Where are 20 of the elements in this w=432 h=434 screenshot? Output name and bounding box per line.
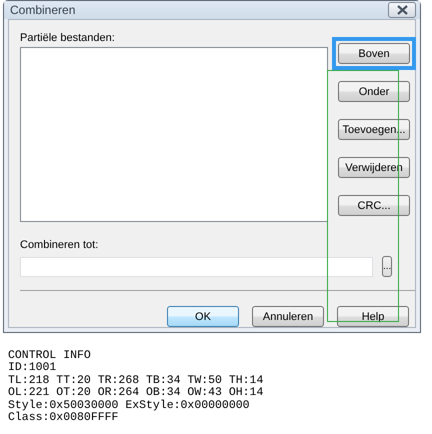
- dialog-button[interactable]: OK: [167, 306, 239, 327]
- side-button[interactable]: Onder: [338, 81, 410, 102]
- side-button[interactable]: CRC...: [338, 195, 410, 216]
- side-button[interactable]: Boven: [338, 43, 410, 64]
- info-text: CONTROL INFO: [8, 350, 91, 362]
- info-text: Class:0x0080FFFF: [8, 412, 118, 424]
- dialog-button[interactable]: Annuleren: [252, 306, 324, 327]
- close-button[interactable]: [388, 2, 416, 18]
- info-text: OL:221 OT:20 OR:264 OB:34 OW:43 OH:14: [8, 387, 264, 400]
- info-text: ID:1001: [8, 362, 56, 375]
- dialog-button[interactable]: Help: [337, 306, 409, 327]
- info-text: Style:0x50030000 ExStyle:0x00000000: [8, 400, 250, 412]
- browse-button[interactable]: ...: [382, 256, 392, 277]
- info-text: TL:218 TT:20 TR:268 TB:34 TW:50 TH:14: [8, 374, 264, 387]
- close-icon: [396, 5, 408, 15]
- window-title: Combineren: [10, 3, 76, 17]
- field-label: Combineren tot:: [20, 238, 100, 253]
- input-field[interactable]: [20, 256, 373, 276]
- field-label: Partiële bestanden:: [20, 31, 116, 46]
- file-list[interactable]: [20, 47, 328, 222]
